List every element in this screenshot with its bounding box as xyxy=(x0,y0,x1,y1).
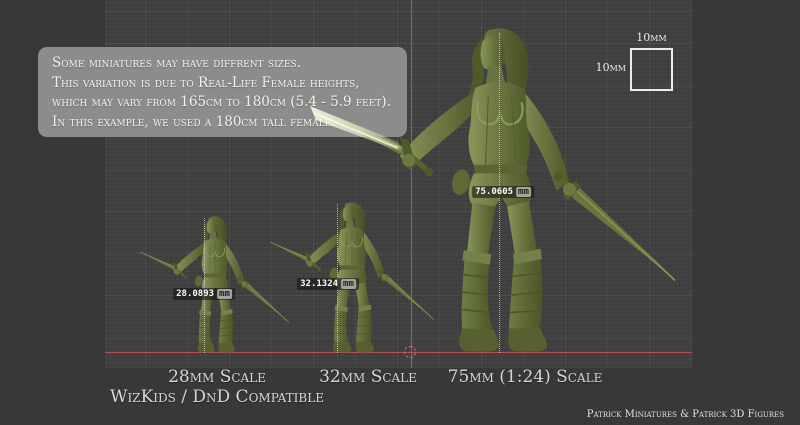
scale-label-28mm: 28mm Scale xyxy=(168,367,266,387)
measure-label-28mm: 28.0893 mm xyxy=(173,288,235,300)
reference-square-top-label: 10mm xyxy=(630,31,673,44)
miniature-model-28mm[interactable] xyxy=(139,216,289,352)
measure-line-28mm xyxy=(204,218,205,353)
viewport: Some miniatures may have diffrent sizes.… xyxy=(0,0,800,425)
measure-value: 75.0605 xyxy=(475,187,513,197)
measure-unit: mm xyxy=(516,187,531,197)
measure-unit: mm xyxy=(341,279,356,289)
measure-unit: mm xyxy=(217,289,232,299)
measure-label-32mm: 32.1324 mm xyxy=(297,278,359,290)
reference-square xyxy=(630,48,673,91)
scale-sublabel-28mm: WizKids / DnD Compatible xyxy=(110,387,324,407)
measure-value: 28.0893 xyxy=(176,289,214,299)
reference-square-side-label: 10mm xyxy=(593,61,626,74)
miniature-scene xyxy=(0,0,800,425)
credit-text: Patrick Miniatures & Patrick 3D Figures xyxy=(587,409,784,420)
scale-label-75mm: 75mm (1:24) Scale xyxy=(448,367,603,387)
measure-value: 32.1324 xyxy=(300,279,338,289)
measure-label-75mm: 75.0605 mm xyxy=(472,186,534,198)
glowing-sword-beam xyxy=(310,106,402,152)
scale-label-32mm: 32mm Scale xyxy=(319,367,417,387)
